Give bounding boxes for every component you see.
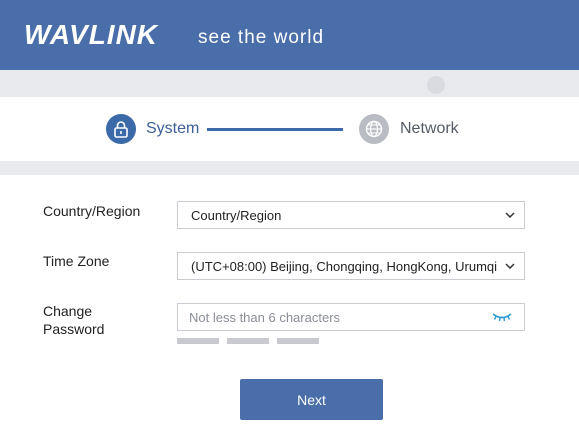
password-strength-bar bbox=[277, 338, 319, 344]
change-password-label-line1: Change bbox=[43, 303, 93, 319]
password-strength-bar bbox=[227, 338, 269, 344]
password-input[interactable] bbox=[178, 304, 490, 330]
setup-steps: System Network bbox=[0, 97, 579, 161]
change-password-label: Change Password bbox=[43, 302, 104, 338]
step-network-label: Network bbox=[400, 120, 459, 137]
step-progress-line bbox=[207, 128, 343, 131]
lock-icon bbox=[106, 114, 136, 144]
next-button[interactable]: Next bbox=[240, 379, 383, 420]
brand-tagline: see the world bbox=[198, 27, 325, 48]
password-strength-bar bbox=[177, 338, 219, 344]
header-bar: WAVLINK see the world bbox=[0, 0, 579, 70]
country-region-label: Country/Region bbox=[43, 203, 141, 219]
country-region-select[interactable]: Country/Region bbox=[177, 201, 525, 229]
globe-icon bbox=[359, 114, 389, 144]
brand-logo: WAVLINK bbox=[24, 19, 159, 50]
password-field[interactable] bbox=[177, 303, 525, 331]
time-zone-label: Time Zone bbox=[43, 253, 110, 269]
decorative-dot bbox=[427, 76, 445, 94]
country-region-value: Country/Region bbox=[191, 207, 282, 223]
time-zone-select[interactable]: (UTC+08:00) Beijing, Chongqing, HongKong… bbox=[177, 252, 525, 280]
time-zone-value: (UTC+08:00) Beijing, Chongqing, HongKong… bbox=[191, 258, 498, 274]
chevron-down-icon bbox=[502, 263, 518, 269]
eye-closed-icon[interactable] bbox=[490, 311, 514, 323]
step-system-label: System bbox=[146, 120, 200, 137]
section-divider-band bbox=[0, 161, 579, 175]
chevron-down-icon bbox=[502, 212, 518, 218]
change-password-label-line2: Password bbox=[43, 321, 105, 337]
header-divider-band bbox=[0, 70, 579, 97]
